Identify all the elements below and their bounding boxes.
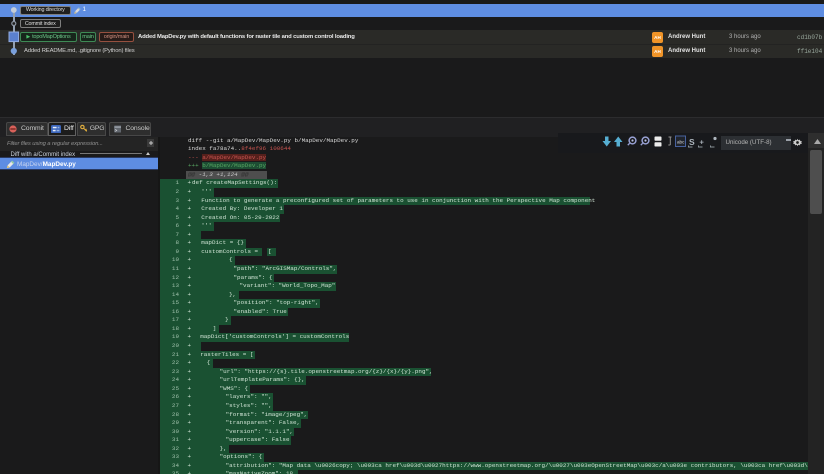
svg-text:abc: abc: [677, 140, 685, 145]
svg-text:+: +: [700, 138, 705, 147]
svg-text:S: S: [689, 137, 695, 147]
